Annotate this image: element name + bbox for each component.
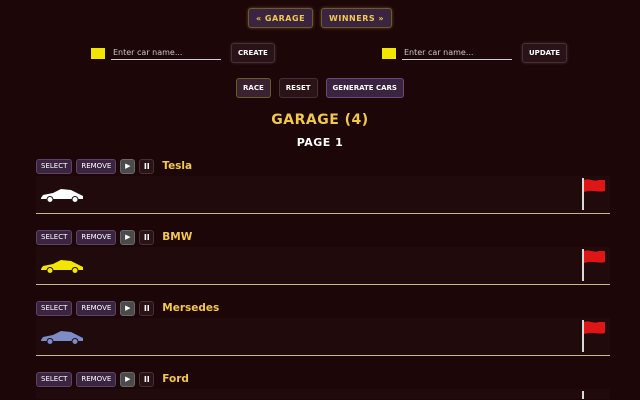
car-name: Tesla <box>162 160 193 172</box>
finish-flag-icon <box>582 391 584 399</box>
remove-car-button[interactable]: REMOVE <box>76 300 117 316</box>
page-number: PAGE 1 <box>296 136 344 149</box>
reset-button[interactable]: RESET <box>278 78 318 98</box>
play-icon[interactable]: ▶ <box>120 371 136 387</box>
select-car-button[interactable]: SELECT <box>36 158 73 174</box>
remove-car-button[interactable]: REMOVE <box>76 371 117 387</box>
car-icon <box>41 189 83 203</box>
car-icon <box>41 260 83 274</box>
select-car-button[interactable]: SELECT <box>36 300 73 316</box>
car-name: BMW <box>162 231 193 243</box>
car-row: SELECT REMOVE ▶ II BMW <box>36 229 610 285</box>
race-track <box>36 176 610 214</box>
car-icon <box>41 331 83 345</box>
car-name: Mersedes <box>162 302 220 314</box>
garage-title: GARAGE (4) <box>271 112 369 128</box>
car-name: Ford <box>162 373 189 385</box>
play-icon[interactable]: ▶ <box>120 158 136 174</box>
create-color-picker[interactable] <box>91 47 105 59</box>
pause-icon[interactable]: II <box>139 371 155 387</box>
remove-car-button[interactable]: REMOVE <box>76 229 117 245</box>
create-button[interactable]: CREATE <box>231 43 275 63</box>
pause-icon[interactable]: II <box>139 158 155 174</box>
remove-car-button[interactable]: REMOVE <box>76 158 117 174</box>
update-car-form: UPDATE <box>382 43 568 63</box>
update-color-picker[interactable] <box>382 47 396 59</box>
car-row: SELECT REMOVE ▶ II Ford <box>36 371 610 399</box>
play-icon[interactable]: ▶ <box>120 300 136 316</box>
create-car-form: CREATE <box>91 43 275 63</box>
pause-icon[interactable]: II <box>139 300 155 316</box>
select-car-button[interactable]: SELECT <box>36 371 73 387</box>
finish-flag-icon <box>582 178 605 210</box>
update-button[interactable]: UPDATE <box>522 43 568 63</box>
finish-flag-icon <box>582 320 605 352</box>
update-name-input[interactable] <box>402 46 512 60</box>
play-icon[interactable]: ▶ <box>120 229 136 245</box>
race-track <box>36 318 610 356</box>
select-car-button[interactable]: SELECT <box>36 229 73 245</box>
race-track <box>36 247 610 285</box>
garage-nav-button[interactable]: « GARAGE <box>247 8 314 28</box>
car-row: SELECT REMOVE ▶ II Tesla <box>36 158 610 214</box>
pause-icon[interactable]: II <box>139 229 155 245</box>
race-track <box>36 389 610 399</box>
finish-flag-icon <box>582 249 605 281</box>
race-button[interactable]: RACE <box>236 78 271 98</box>
race-controls: RACE RESET GENERATE CARS <box>0 78 640 98</box>
car-row: SELECT REMOVE ▶ II Mersedes <box>36 300 610 356</box>
view-nav: « GARAGE WINNERS » <box>0 8 640 28</box>
generate-cars-button[interactable]: GENERATE CARS <box>325 78 404 98</box>
create-name-input[interactable] <box>111 46 221 60</box>
winners-nav-button[interactable]: WINNERS » <box>321 8 393 28</box>
